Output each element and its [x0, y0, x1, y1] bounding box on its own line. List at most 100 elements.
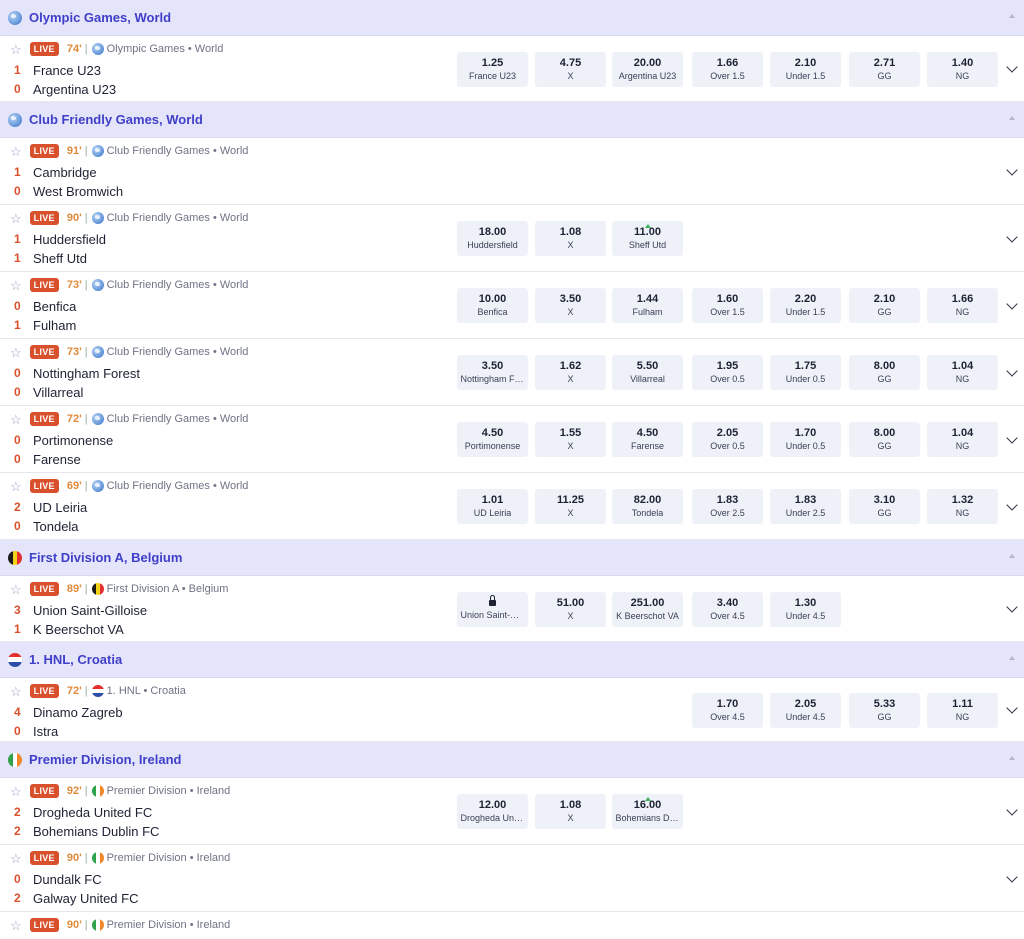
league-header-premier-division[interactable]: Premier Division, Ireland	[0, 742, 1024, 778]
odds-button[interactable]: 1.44 Fulham	[612, 288, 683, 323]
favorite-star-icon[interactable]: ☆	[10, 346, 22, 359]
match-row[interactable]: ☆ LIVE 72' | Club Friendly Games • World 0 Por…	[0, 406, 1024, 473]
odds-button[interactable]: 16.00Bohemians Dublin FC	[612, 794, 683, 829]
odds-button[interactable]: 2.05 Over 0.5	[692, 422, 763, 457]
match-row[interactable]: ☆ LIVE 73' | Club Friendly Games • World 0 Ben…	[0, 272, 1024, 339]
favorite-star-icon[interactable]: ☆	[10, 583, 22, 596]
chevron-down-icon[interactable]	[1006, 61, 1018, 73]
chevron-down-icon[interactable]	[1006, 498, 1018, 511]
odds-button[interactable]: 1.40 NG	[927, 51, 998, 87]
odds-button[interactable]: 5.50 Villarreal	[612, 355, 683, 390]
odds-button[interactable]: 1.66 NG	[927, 288, 998, 323]
odds-button[interactable]: 1.83 Under 2.5	[770, 489, 841, 524]
odds-button[interactable]: 18.00 Huddersfield	[457, 221, 528, 256]
favorite-star-icon[interactable]: ☆	[10, 919, 22, 932]
collapse-arrow-icon[interactable]	[1009, 14, 1015, 18]
odds-button[interactable]: 8.00 GG	[849, 355, 920, 390]
chevron-down-icon[interactable]	[1006, 803, 1018, 816]
odds-button[interactable]: 1.25 France U23	[457, 51, 528, 87]
favorite-star-icon[interactable]: ☆	[10, 212, 22, 225]
odds-button[interactable]: 1.30 Under 4.5	[770, 591, 841, 627]
odds-value: 5.33	[873, 697, 896, 710]
match-row[interactable]: ☆ LIVE 90' | Club Friendly Games • World 1 Hud…	[0, 205, 1024, 272]
match-row[interactable]: ☆ LIVE 69' | Club Friendly Games • World 2 UD …	[0, 473, 1024, 540]
favorite-star-icon[interactable]: ☆	[10, 279, 22, 292]
home-team: 3 Union Saint-Gilloise	[14, 601, 147, 619]
league-header-olympic-games[interactable]: Olympic Games, World	[0, 0, 1024, 36]
odds-button[interactable]: 5.33 GG	[849, 692, 920, 728]
odds-button[interactable]: 1.83 Over 2.5	[692, 489, 763, 524]
odds-button[interactable]: 2.05 Under 4.5	[770, 692, 841, 728]
odds-button[interactable]: 11.00 Sheff Utd	[612, 221, 683, 256]
odds-button[interactable]: 82.00 Tondela	[612, 489, 683, 524]
odds-button[interactable]: 4.50 Portimonense	[457, 422, 528, 457]
collapse-arrow-icon[interactable]	[1009, 656, 1015, 660]
league-header-1-hnl[interactable]: 1. HNL, Croatia	[0, 642, 1024, 678]
favorite-star-icon[interactable]: ☆	[10, 480, 22, 493]
odds-button[interactable]: 1.11 NG	[927, 692, 998, 728]
favorite-star-icon[interactable]: ☆	[10, 413, 22, 426]
favorite-star-icon[interactable]: ☆	[10, 785, 22, 798]
match-row[interactable]: ☆ LIVE 91' | Club Friendly Games • World 1 Cam…	[0, 138, 1024, 205]
odds-button[interactable]: 1.01 UD Leiria	[457, 489, 528, 524]
league-header-first-division-a[interactable]: First Division A, Belgium	[0, 540, 1024, 576]
odds-button[interactable]: 1.32 NG	[927, 489, 998, 524]
chevron-down-icon[interactable]	[1006, 297, 1018, 310]
match-row[interactable]: ☆ LIVE 72' | 1. HNL • Croatia 4 Dinamo Zagreb 0…	[0, 678, 1024, 742]
match-row[interactable]: ☆ LIVE 89' | First Division A • Belgium 3 Unio…	[0, 576, 1024, 642]
odds-button[interactable]: 1.08 X	[535, 794, 606, 829]
chevron-down-icon[interactable]	[1006, 230, 1018, 243]
odds-button[interactable]: 12.00 Drogheda United FC	[457, 794, 528, 829]
odds-label: X	[567, 508, 574, 518]
match-row[interactable]: ☆ LIVE 90' | Premier Division • Ireland	[0, 912, 1024, 939]
odds-button[interactable]: 1.04 NG	[927, 355, 998, 390]
odds-button[interactable]: 1.60 Over 1.5	[692, 288, 763, 323]
odds-button[interactable]: 3.50 X	[535, 288, 606, 323]
odds-button[interactable]: 2.10 GG	[849, 288, 920, 323]
odds-button[interactable]: 4.50 Farense	[612, 422, 683, 457]
odds-button[interactable]: 1.95 Over 0.5	[692, 355, 763, 390]
favorite-star-icon[interactable]: ☆	[10, 145, 22, 158]
odds-button[interactable]: 1.55 X	[535, 422, 606, 457]
odds-button[interactable]: 1.70 Under 0.5	[770, 422, 841, 457]
collapse-arrow-icon[interactable]	[1009, 554, 1015, 558]
odds-button[interactable]: 8.00 GG	[849, 422, 920, 457]
odds-button[interactable]: 251.00 K Beerschot VA	[612, 591, 683, 627]
collapse-arrow-icon[interactable]	[1009, 116, 1015, 120]
odds-button[interactable]: 1.62 X	[535, 355, 606, 390]
odds-button[interactable]: 11.25 X	[535, 489, 606, 524]
match-row[interactable]: ☆ LIVE 92' | Premier Division • Ireland 2 Drog…	[0, 778, 1024, 845]
odds-button[interactable]: 3.10 GG	[849, 489, 920, 524]
odds-button[interactable]: 1.08 X	[535, 221, 606, 256]
chevron-down-icon[interactable]	[1006, 364, 1018, 377]
odds-button[interactable]: 20.00 Argentina U23	[612, 51, 683, 87]
odds-button[interactable]: 2.10 Under 1.5	[770, 51, 841, 87]
chevron-down-icon[interactable]	[1006, 702, 1018, 714]
match-row[interactable]: ☆ LIVE 74' | Olympic Games • World 1 France U2…	[0, 36, 1024, 102]
odds-button[interactable]: 1.66 Over 1.5	[692, 51, 763, 87]
match-row[interactable]: ☆ LIVE 73' | Club Friendly Games • World 0 Not…	[0, 339, 1024, 406]
odds-button[interactable]: 2.20 Under 1.5	[770, 288, 841, 323]
favorite-star-icon[interactable]: ☆	[10, 43, 22, 56]
odds-button[interactable]: 3.50 Nottingham Forest	[457, 355, 528, 390]
odds-button[interactable]: 1.75 Under 0.5	[770, 355, 841, 390]
chevron-down-icon[interactable]	[1006, 431, 1018, 444]
odds-button[interactable]: 51.00 X	[535, 591, 606, 627]
collapse-arrow-icon[interactable]	[1009, 756, 1015, 760]
odds-button[interactable]: 1.04 NG	[927, 422, 998, 457]
chevron-down-icon[interactable]	[1006, 163, 1018, 176]
favorite-star-icon[interactable]: ☆	[10, 852, 22, 865]
favorite-star-icon[interactable]: ☆	[10, 685, 22, 698]
odds-button[interactable]: 10.00 Benfica	[457, 288, 528, 323]
odds-button[interactable]: 2.71 GG	[849, 51, 920, 87]
league-header-club-friendly-games[interactable]: Club Friendly Games, World	[0, 102, 1024, 138]
odds-button[interactable]: Union Saint-Gilloise	[457, 591, 528, 627]
chevron-down-icon[interactable]	[1006, 870, 1018, 883]
odds-button[interactable]: 1.70 Over 4.5	[692, 692, 763, 728]
match-row[interactable]: ☆ LIVE 90' | Premier Division • Ireland 0 Dund…	[0, 845, 1024, 912]
odds-label: NG	[955, 711, 970, 722]
odds-button[interactable]: 3.40 Over 4.5	[692, 591, 763, 627]
chevron-down-icon[interactable]	[1006, 601, 1018, 613]
away-score: 0	[14, 519, 21, 533]
odds-button[interactable]: 4.75 X	[535, 51, 606, 87]
